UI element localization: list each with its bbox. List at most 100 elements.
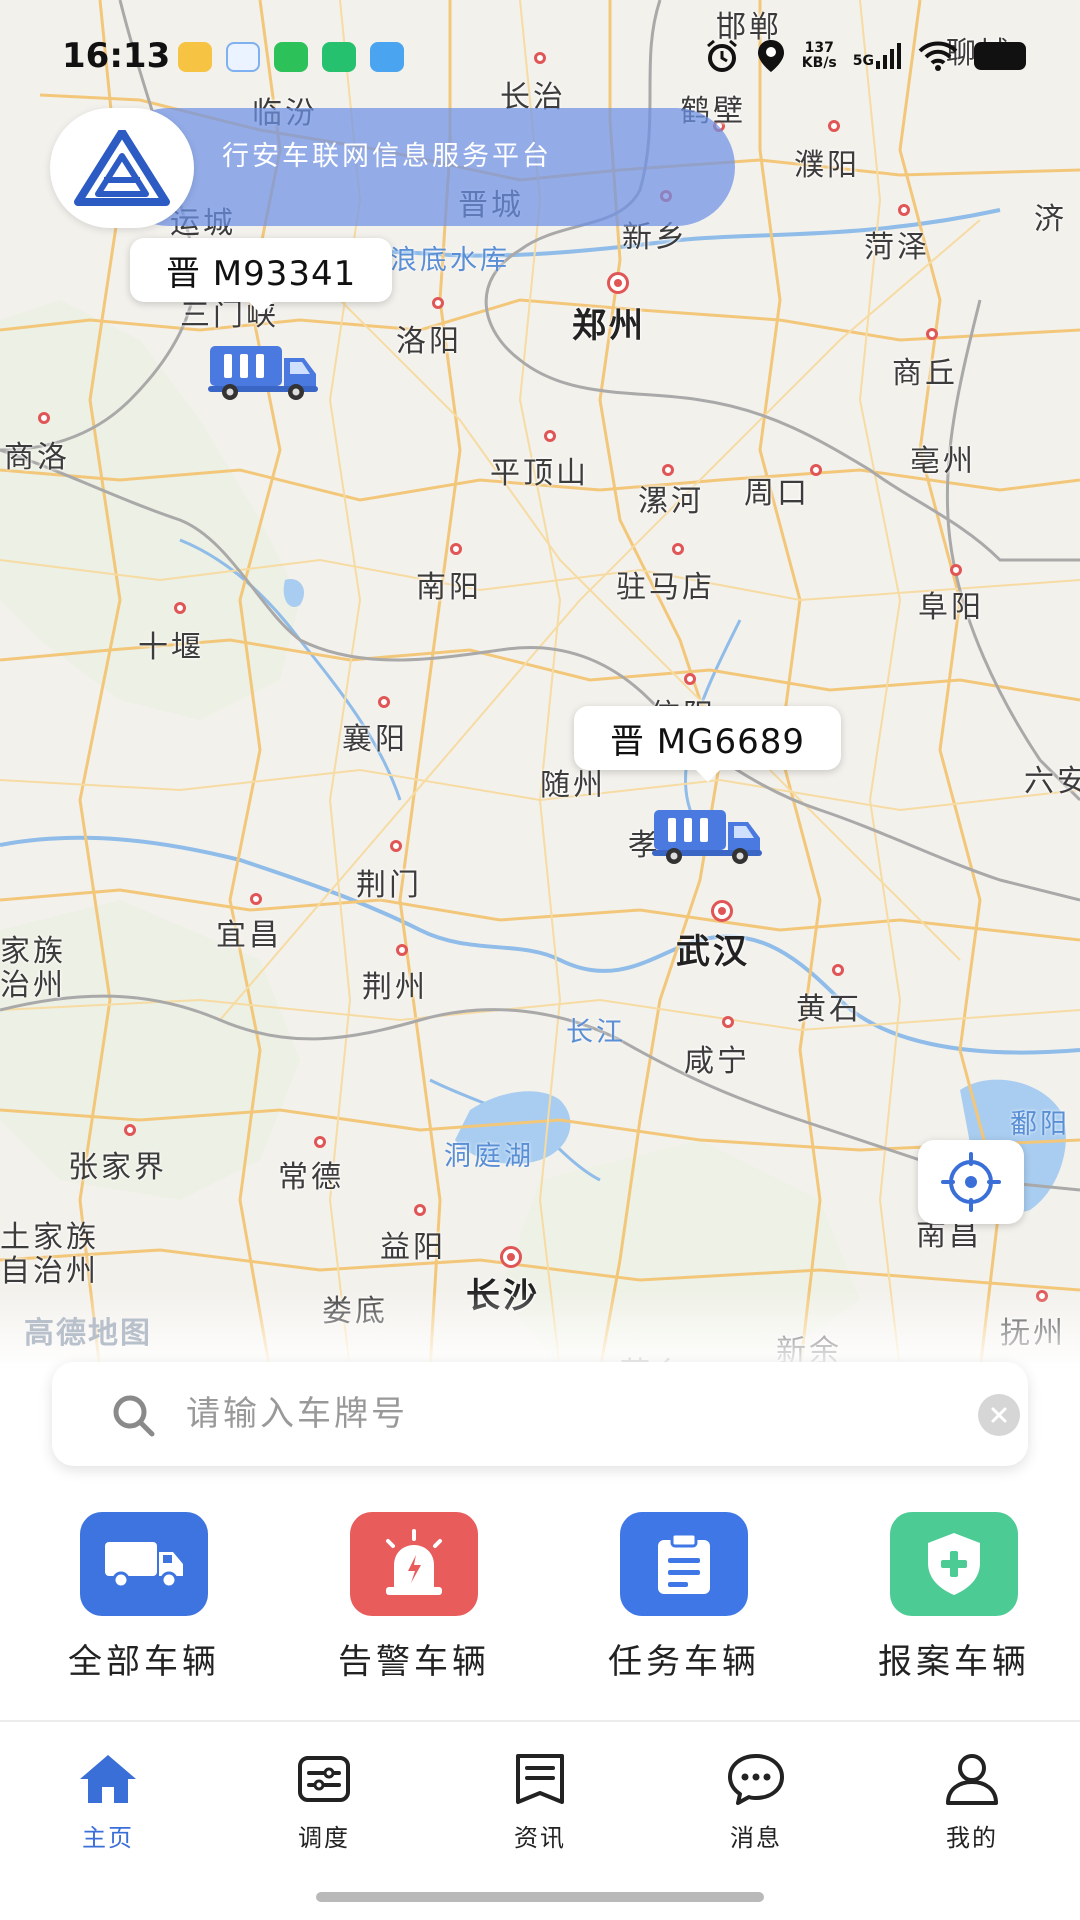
city-dot xyxy=(662,464,674,476)
tab-label: 主页 xyxy=(82,1824,134,1852)
report-vehicles-button[interactable]: 报案车辆 xyxy=(844,1512,1064,1683)
net-speed-value: 137 xyxy=(804,40,834,56)
city-dot xyxy=(432,297,444,309)
city-label: 常德 xyxy=(278,1160,344,1195)
city-label: 治州 xyxy=(0,968,66,1003)
action-tile[interactable] xyxy=(80,1512,208,1616)
home-icon xyxy=(80,1755,136,1803)
water-label: 鄱阳 xyxy=(1010,1109,1070,1140)
city-dot xyxy=(722,1016,734,1028)
battery-icon xyxy=(974,42,1026,70)
city-label: 南阳 xyxy=(416,570,482,605)
send-icon xyxy=(370,42,404,72)
plate-search-input[interactable] xyxy=(186,1384,946,1444)
capital-marker xyxy=(500,1246,522,1268)
capital-marker xyxy=(711,900,733,922)
city-dot xyxy=(38,412,50,424)
city-dot xyxy=(450,543,462,555)
chat-bubble-icon xyxy=(226,42,260,72)
truck-icon[interactable] xyxy=(652,808,764,866)
city-label: 张家界 xyxy=(68,1150,167,1185)
platform-title: 行安车联网信息服务平台 xyxy=(222,141,552,172)
city-label: 益阳 xyxy=(380,1230,446,1265)
tab-profile[interactable]: 我的 xyxy=(902,1750,1042,1853)
tab-label: 调度 xyxy=(298,1824,350,1852)
search-icon xyxy=(113,1395,155,1437)
city-dot xyxy=(390,840,402,852)
platform-banner: 行安车联网信息服务平台 xyxy=(110,108,735,226)
tab-home[interactable]: 主页 xyxy=(38,1750,178,1853)
city-label: 咸宁 xyxy=(684,1044,750,1079)
alarm-vehicles-button[interactable]: 告警车辆 xyxy=(304,1512,524,1683)
city-dot xyxy=(684,673,696,685)
city-label: 阜阳 xyxy=(918,590,984,625)
city-dot xyxy=(950,564,962,576)
city-dot xyxy=(926,328,938,340)
city-dot xyxy=(810,464,822,476)
alarm-icon xyxy=(706,39,737,72)
map-fade xyxy=(0,1290,1080,1370)
city-label: 漯河 xyxy=(638,484,704,519)
action-tile[interactable] xyxy=(890,1512,1018,1616)
map-provider-logo: 高德地图 xyxy=(24,1316,152,1351)
close-icon xyxy=(991,1407,1007,1423)
city-label: 驻马店 xyxy=(616,570,715,605)
crosshair-icon xyxy=(941,1152,1001,1212)
city-label: 周口 xyxy=(744,476,810,511)
user-icon xyxy=(946,1754,998,1805)
city-dot xyxy=(174,602,186,614)
weibo-icon xyxy=(178,42,212,72)
clear-search-button[interactable] xyxy=(978,1394,1020,1436)
news-icon xyxy=(516,1754,564,1804)
tab-divider xyxy=(0,1720,1080,1722)
location-icon xyxy=(757,40,784,72)
city-label: 武汉 xyxy=(676,932,750,972)
city-label: 宜昌 xyxy=(216,918,282,953)
action-label: 全部车辆 xyxy=(68,1642,220,1682)
signal-icon: 5G xyxy=(853,43,902,69)
city-label: 济 xyxy=(1034,202,1067,237)
city-label: 亳州 xyxy=(910,444,976,479)
city-dot xyxy=(314,1136,326,1148)
wifi-icon xyxy=(918,41,958,71)
action-label: 告警车辆 xyxy=(338,1642,490,1682)
city-label: 自治州 xyxy=(0,1254,99,1289)
city-dot xyxy=(544,430,556,442)
tab-dispatch[interactable]: 调度 xyxy=(254,1750,394,1853)
city-dot xyxy=(124,1124,136,1136)
city-label: 黄石 xyxy=(796,992,862,1027)
action-tile[interactable] xyxy=(620,1512,748,1616)
city-label: 荆州 xyxy=(362,970,428,1005)
city-label: 洛阳 xyxy=(396,324,462,359)
city-label: 郑州 xyxy=(572,306,646,346)
task-vehicles-button[interactable]: 任务车辆 xyxy=(574,1512,794,1683)
action-label: 任务车辆 xyxy=(608,1642,760,1682)
logo-icon xyxy=(74,130,170,206)
wechat-icon xyxy=(274,42,308,72)
city-label: 商洛 xyxy=(4,440,70,475)
tab-label: 资讯 xyxy=(514,1824,566,1852)
vehicle-plate-label[interactable]: 晋 MG6689 xyxy=(574,706,842,782)
water-label: 洞庭湖 xyxy=(444,1141,534,1172)
shop-icon xyxy=(322,42,356,72)
city-dot xyxy=(414,1204,426,1216)
tab-news[interactable]: 资讯 xyxy=(470,1750,610,1853)
tab-label: 我的 xyxy=(946,1824,998,1852)
action-tile[interactable] xyxy=(350,1512,478,1616)
home-indicator[interactable] xyxy=(316,1892,764,1902)
net-speed-unit: KB/s xyxy=(801,55,837,71)
tab-messages[interactable]: 消息 xyxy=(686,1750,826,1853)
status-bar: 16:13 137 KB/s 5G xyxy=(0,0,1080,110)
vehicle-plate-label[interactable]: 晋 M93341 xyxy=(130,238,393,314)
city-label: 菏泽 xyxy=(864,230,930,265)
signal-bars-icon xyxy=(876,43,901,69)
locate-button[interactable] xyxy=(918,1140,1024,1224)
truck-icon[interactable] xyxy=(208,344,320,402)
all-vehicles-button[interactable]: 全部车辆 xyxy=(34,1512,254,1683)
city-dot xyxy=(378,696,390,708)
action-label: 报案车辆 xyxy=(878,1642,1030,1682)
tab-label: 消息 xyxy=(730,1824,782,1852)
plate-search-bar[interactable] xyxy=(52,1362,1028,1466)
city-label: 十堰 xyxy=(138,630,204,665)
city-label: 平顶山 xyxy=(490,456,589,491)
